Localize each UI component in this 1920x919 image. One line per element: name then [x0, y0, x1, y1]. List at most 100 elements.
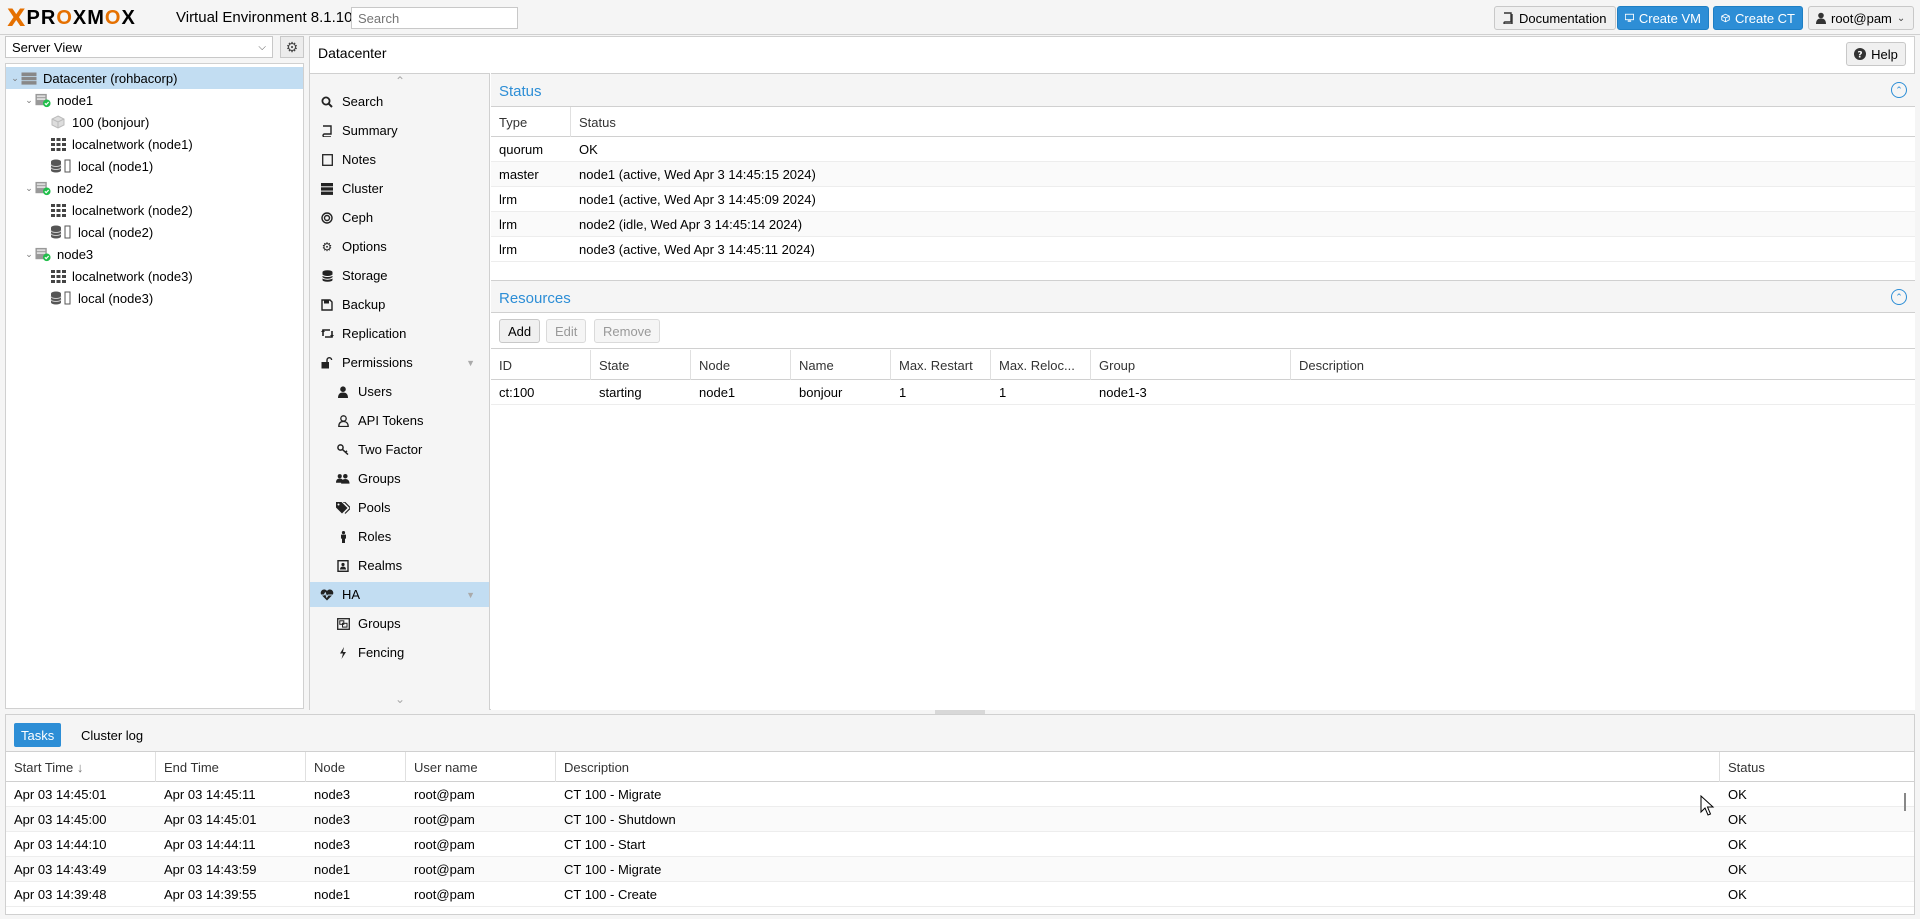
- menu-item-replication[interactable]: Replication: [310, 321, 489, 346]
- menu-item-fencing[interactable]: Fencing: [310, 640, 489, 665]
- object-group-icon: [336, 617, 350, 630]
- column-header[interactable]: Node: [306, 752, 406, 782]
- column-header[interactable]: Node: [691, 350, 791, 380]
- column-header[interactable]: Type: [491, 107, 571, 137]
- tree-item-node1[interactable]: ⌄ node1: [6, 89, 303, 111]
- column-header[interactable]: Status: [571, 107, 1915, 137]
- collapse-up-icon[interactable]: ⌃: [1891, 82, 1907, 98]
- menu-item-storage[interactable]: Storage: [310, 263, 489, 288]
- table-row[interactable]: master node1 (active, Wed Apr 3 14:45:15…: [491, 162, 1915, 187]
- tree-item-label: local (node3): [78, 290, 154, 306]
- column-header[interactable]: Group: [1091, 350, 1291, 380]
- documentation-label: Documentation: [1519, 10, 1607, 26]
- menu-item-ha-groups[interactable]: Groups: [310, 611, 489, 636]
- cell-description: CT 100 - Create: [564, 887, 657, 902]
- column-header[interactable]: Name: [791, 350, 891, 380]
- cell-node: node3: [314, 812, 351, 827]
- menu-item-cluster[interactable]: Cluster: [310, 176, 489, 201]
- tree-item-datacenter[interactable]: ⌄ Datacenter (rohbacorp): [6, 67, 303, 89]
- create-ct-button[interactable]: Create CT: [1713, 6, 1803, 30]
- table-row[interactable]: Apr 03 14:39:48 Apr 03 14:39:55 node1 ro…: [6, 882, 1914, 907]
- menu-item-ceph[interactable]: Ceph: [310, 205, 489, 230]
- table-row[interactable]: Apr 03 14:45:00 Apr 03 14:45:01 node3 ro…: [6, 807, 1914, 832]
- collapse-toggle-icon[interactable]: ⌄: [23, 95, 35, 106]
- question-circle-icon: ?: [1854, 48, 1867, 60]
- collapse-up-icon[interactable]: ⌃: [1891, 289, 1907, 305]
- tree-settings-button[interactable]: ⚙: [280, 36, 304, 58]
- user-menu-button[interactable]: root@pam ⌄: [1808, 6, 1914, 30]
- chevron-down-icon: ⌵: [258, 42, 266, 53]
- column-header[interactable]: Max. Restart: [891, 350, 991, 380]
- collapse-toggle-icon[interactable]: ⌄: [9, 73, 21, 84]
- tree-item-localnetwork-node1[interactable]: localnetwork (node1): [6, 133, 303, 155]
- column-header[interactable]: Description: [556, 752, 1720, 782]
- menu-scroll-up-icon[interactable]: ⌃: [310, 74, 490, 88]
- column-header[interactable]: ID: [491, 350, 591, 380]
- column-header[interactable]: Max. Reloc...: [991, 350, 1091, 380]
- column-header[interactable]: End Time: [156, 752, 306, 782]
- table-row[interactable]: Apr 03 14:43:49 Apr 03 14:43:59 node1 ro…: [6, 857, 1914, 882]
- menu-item-notes[interactable]: Notes: [310, 147, 489, 172]
- remove-button[interactable]: Remove: [594, 319, 661, 343]
- create-vm-button[interactable]: Create VM: [1617, 6, 1709, 30]
- tasks-scrollbar[interactable]: [1904, 793, 1906, 811]
- add-button[interactable]: Add: [499, 319, 541, 343]
- menu-item-pools[interactable]: Pools: [310, 495, 489, 520]
- menu-scroll-down-icon[interactable]: ⌄: [310, 692, 490, 706]
- table-row[interactable]: Apr 03 14:44:10 Apr 03 14:44:11 node3 ro…: [6, 832, 1914, 857]
- cell-node: node1: [314, 887, 351, 902]
- menu-item-label: Search: [342, 94, 384, 109]
- menu-item-search[interactable]: Search: [310, 89, 489, 114]
- column-header[interactable]: Description: [1291, 350, 1915, 380]
- edit-button[interactable]: Edit: [546, 319, 587, 343]
- search-input[interactable]: [351, 7, 518, 29]
- documentation-button[interactable]: Documentation: [1494, 6, 1616, 30]
- tab-cluster-log[interactable]: Cluster log: [74, 723, 150, 747]
- column-header[interactable]: Start Time ↓: [6, 752, 156, 782]
- server-view-select[interactable]: Server View ⌵: [5, 36, 273, 58]
- menu-item-groups[interactable]: Groups: [310, 466, 489, 491]
- menu-item-ha[interactable]: HA ▼: [310, 582, 489, 607]
- tree-item-local-node3[interactable]: local (node3): [6, 287, 303, 309]
- column-header[interactable]: Status: [1720, 752, 1914, 782]
- tree-item-local-node2[interactable]: local (node2): [6, 221, 303, 243]
- menu-item-realms[interactable]: Realms: [310, 553, 489, 578]
- menu-item-backup[interactable]: Backup: [310, 292, 489, 317]
- menu-item-summary[interactable]: Summary: [310, 118, 489, 143]
- help-button[interactable]: ? Help: [1846, 42, 1906, 66]
- menu-item-label: Fencing: [358, 645, 405, 660]
- menu-item-two-factor[interactable]: Two Factor: [310, 437, 489, 462]
- expand-toggle-icon[interactable]: ▼: [466, 590, 475, 600]
- table-row[interactable]: Apr 03 14:45:01 Apr 03 14:45:11 node3 ro…: [6, 782, 1914, 807]
- tab-tasks[interactable]: Tasks: [14, 723, 62, 747]
- table-row[interactable]: ct:100 starting node1 bonjour 1 1 node1-…: [491, 380, 1915, 405]
- datacenter-menu: ⌃ Search Summary Notes Cluster Ceph ⚙ Op…: [310, 73, 490, 710]
- tree-item-localnetwork-node2[interactable]: localnetwork (node2): [6, 199, 303, 221]
- menu-item-options[interactable]: ⚙ Options: [310, 234, 489, 259]
- search-icon: [320, 96, 334, 108]
- tree-item-ct-100[interactable]: 100 (bonjour): [6, 111, 303, 133]
- menu-item-api-tokens[interactable]: API Tokens: [310, 408, 489, 433]
- column-header[interactable]: User name: [406, 752, 556, 782]
- tree-item-local-node1[interactable]: local (node1): [6, 155, 303, 177]
- node-online-icon: [35, 93, 51, 107]
- column-header[interactable]: State: [591, 350, 691, 380]
- menu-item-permissions[interactable]: Permissions ▼: [310, 350, 489, 375]
- menu-item-roles[interactable]: Roles: [310, 524, 489, 549]
- proxmox-logo[interactable]: X PROXMOX: [7, 6, 136, 30]
- expand-toggle-icon[interactable]: ▼: [466, 358, 475, 368]
- table-row[interactable]: lrm node1 (active, Wed Apr 3 14:45:09 20…: [491, 187, 1915, 212]
- collapse-toggle-icon[interactable]: ⌄: [23, 249, 35, 260]
- tree-item-node2[interactable]: ⌄ node2: [6, 177, 303, 199]
- menu-item-users[interactable]: Users: [310, 379, 489, 404]
- create-ct-label: Create CT: [1735, 10, 1795, 26]
- floppy-icon: [320, 298, 334, 311]
- table-row[interactable]: quorum OK: [491, 137, 1915, 162]
- gear-icon: ⚙: [321, 239, 333, 254]
- collapse-toggle-icon[interactable]: ⌄: [23, 183, 35, 194]
- tree-item-node3[interactable]: ⌄ node3: [6, 243, 303, 265]
- table-row[interactable]: lrm node2 (idle, Wed Apr 3 14:45:14 2024…: [491, 212, 1915, 237]
- tree-item-localnetwork-node3[interactable]: localnetwork (node3): [6, 265, 303, 287]
- table-row[interactable]: lrm node3 (active, Wed Apr 3 14:45:11 20…: [491, 237, 1915, 262]
- cell-end-time: Apr 03 14:45:01: [164, 812, 257, 827]
